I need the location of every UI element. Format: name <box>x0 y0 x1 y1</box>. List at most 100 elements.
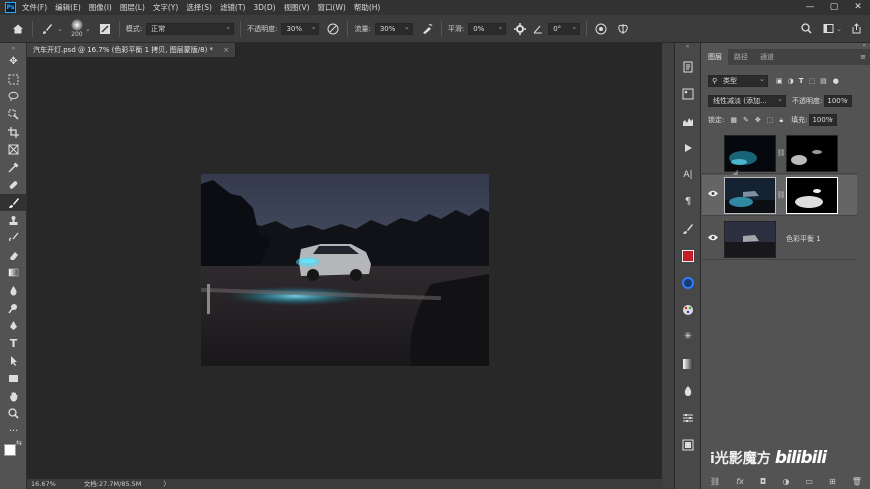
layer-row[interactable]: ⛓ <box>702 133 857 174</box>
layer-thumbnail[interactable] <box>724 134 776 172</box>
chevron-down-icon[interactable]: ⌄ <box>836 25 842 33</box>
more-tools-icon[interactable]: ··· <box>0 422 27 440</box>
lock-pixels-icon[interactable]: ✎ <box>743 116 749 124</box>
dodge-tool-icon[interactable] <box>0 299 27 317</box>
layer-opacity-field[interactable]: 100% <box>824 94 853 107</box>
panel-menu-icon[interactable]: ≡ <box>860 53 866 61</box>
menu-select[interactable]: 选择(S) <box>186 2 212 13</box>
menu-filter[interactable]: 滤镜(T) <box>220 2 245 13</box>
styles-panel-icon[interactable] <box>675 296 701 323</box>
layer-style-icon[interactable]: fx <box>736 477 744 486</box>
swatches-panel-icon[interactable] <box>675 269 701 296</box>
status-arrow-icon[interactable]: 〉 <box>163 479 170 489</box>
zoom-tool-icon[interactable] <box>0 405 27 423</box>
chevron-down-icon[interactable]: ⌄ <box>57 25 63 33</box>
brush-preset-picker[interactable]: 200 <box>70 19 83 38</box>
tab-layers[interactable]: 图层 <box>702 49 728 65</box>
symmetry-icon[interactable] <box>615 21 631 37</box>
chain-link-icon[interactable]: ⛓ <box>776 149 786 157</box>
layer-thumbnail[interactable] <box>724 220 776 258</box>
canvas-image[interactable] <box>201 174 489 366</box>
brush-tool-icon[interactable] <box>39 21 55 37</box>
menu-window[interactable]: 窗口(W) <box>318 2 346 13</box>
menu-layer[interactable]: 图层(L) <box>120 2 145 13</box>
lock-artboard-icon[interactable]: ⬚ <box>767 116 774 124</box>
brush-tool-icon[interactable] <box>0 193 27 212</box>
filter-shape-icon[interactable]: ⬚ <box>809 77 816 85</box>
airbrush-icon[interactable] <box>419 21 435 37</box>
properties-panel-icon[interactable] <box>675 80 701 107</box>
eyedropper-tool-icon[interactable] <box>0 159 27 177</box>
menu-3d[interactable]: 3D(D) <box>253 3 275 12</box>
actions-panel-icon[interactable] <box>675 134 701 161</box>
tab-paths[interactable]: 路径 <box>728 49 754 65</box>
glyphs-panel-icon[interactable]: ✳ <box>675 323 701 350</box>
paragraph-panel-icon[interactable]: ¶ <box>675 188 701 215</box>
menu-help[interactable]: 帮助(H) <box>354 2 381 13</box>
histogram-panel-icon[interactable] <box>675 107 701 134</box>
layer-mask-thumbnail[interactable] <box>786 176 838 214</box>
marquee-tool-icon[interactable] <box>0 71 27 89</box>
delete-layer-icon[interactable]: 🗑︎ <box>852 477 862 486</box>
maximize-button[interactable]: ▢ <box>822 0 846 15</box>
layer-row-selected[interactable]: ⛓ <box>702 175 857 216</box>
color-panel-icon[interactable] <box>675 242 701 269</box>
clone-stamp-tool-icon[interactable] <box>0 211 27 229</box>
path-selection-tool-icon[interactable] <box>0 352 27 370</box>
history-panel-icon[interactable] <box>675 53 701 80</box>
blur-tool-icon[interactable] <box>0 282 27 300</box>
layer-filter-select[interactable]: ⚲ 类型 <box>708 74 768 87</box>
menu-image[interactable]: 图像(I) <box>89 2 112 13</box>
layer-mask-thumbnail[interactable] <box>786 134 838 172</box>
collapse-icon[interactable]: » <box>0 43 27 53</box>
minimize-button[interactable]: — <box>798 0 822 15</box>
filter-type-icon[interactable]: T <box>799 77 804 85</box>
document-tab[interactable]: 汽车开灯.psd @ 16.7% (色彩平衡 1 拷贝, 图层蒙版/8) * × <box>27 43 237 57</box>
pressure-size-icon[interactable] <box>593 21 609 37</box>
link-layers-icon[interactable]: ⛓ <box>710 477 720 486</box>
type-tool-icon[interactable]: T <box>0 335 27 353</box>
lock-position-icon[interactable]: ✥ <box>755 116 761 124</box>
menu-type[interactable]: 文字(Y) <box>153 2 178 13</box>
search-icon[interactable] <box>798 21 814 37</box>
layer-thumbnail[interactable] <box>724 176 776 214</box>
lasso-tool-icon[interactable] <box>0 88 27 106</box>
eye-icon[interactable] <box>702 234 724 244</box>
opacity-field[interactable]: 30% <box>281 22 320 35</box>
close-button[interactable]: ✕ <box>846 0 870 15</box>
smoothing-field[interactable]: 0% <box>468 22 507 35</box>
menu-file[interactable]: 文件(F) <box>22 2 47 13</box>
brush-settings-icon[interactable] <box>97 21 113 37</box>
flow-field[interactable]: 30% <box>374 22 413 35</box>
healing-brush-tool-icon[interactable] <box>0 176 27 194</box>
zoom-level[interactable]: 16.67% <box>31 479 56 489</box>
filter-smart-object-icon[interactable]: ▤ <box>820 77 827 85</box>
patterns-panel-icon[interactable] <box>675 377 701 404</box>
blend-mode-select[interactable]: 线性减淡 (添加... <box>708 94 786 107</box>
eraser-tool-icon[interactable] <box>0 247 27 265</box>
chevron-down-icon[interactable]: ⌄ <box>85 25 91 33</box>
new-layer-icon[interactable]: ⊞ <box>829 477 836 486</box>
libraries-panel-icon[interactable] <box>675 431 701 458</box>
crop-tool-icon[interactable] <box>0 123 27 141</box>
object-selection-tool-icon[interactable] <box>0 106 27 124</box>
hand-tool-icon[interactable] <box>0 387 27 405</box>
share-icon[interactable] <box>848 21 864 37</box>
pressure-opacity-icon[interactable] <box>325 21 341 37</box>
tab-channels[interactable]: 通道 <box>754 49 780 65</box>
add-mask-icon[interactable]: ◘ <box>760 477 766 486</box>
filter-pixel-icon[interactable]: ▣ <box>776 77 783 85</box>
pen-tool-icon[interactable] <box>0 317 27 335</box>
vertical-scrollbar[interactable] <box>662 43 674 489</box>
close-tab-icon[interactable]: × <box>223 46 229 54</box>
filter-adjustment-icon[interactable]: ◑ <box>788 77 794 85</box>
move-tool-icon[interactable]: ✥ <box>0 53 27 71</box>
adjustments-panel-icon[interactable] <box>675 404 701 431</box>
new-adjustment-layer-icon[interactable]: ◑ <box>782 477 789 486</box>
eye-icon[interactable] <box>702 190 724 200</box>
smoothing-settings-icon[interactable] <box>512 21 528 37</box>
angle-field[interactable]: 0° <box>548 22 581 35</box>
menu-edit[interactable]: 编辑(E) <box>55 2 81 13</box>
collapse-icon[interactable]: « <box>675 43 700 53</box>
frame-tool-icon[interactable] <box>0 141 27 159</box>
